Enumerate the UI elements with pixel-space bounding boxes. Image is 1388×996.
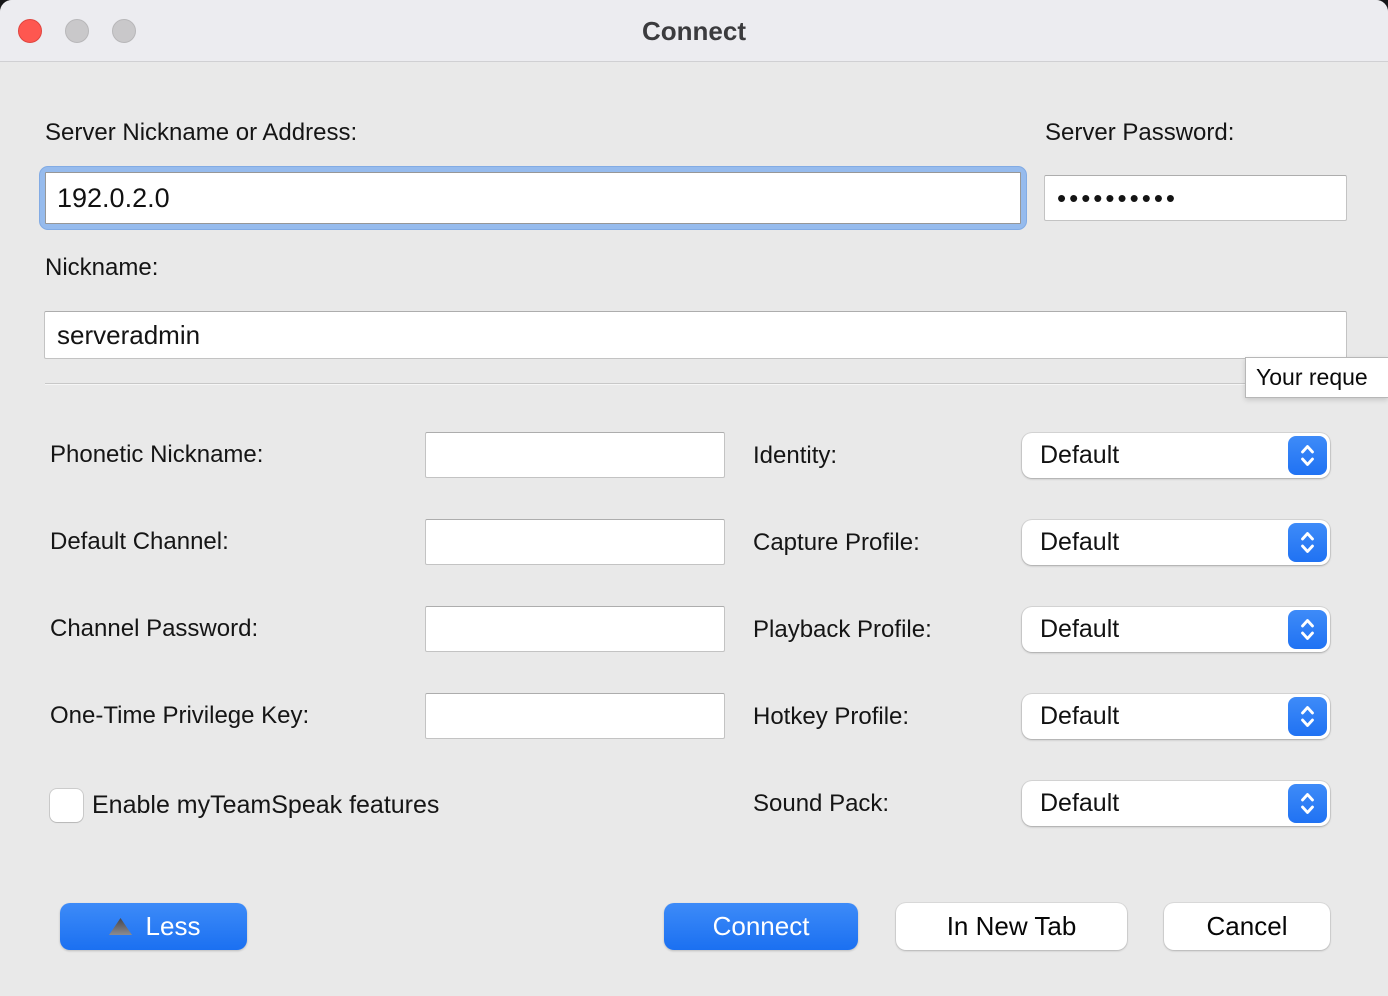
updown-stepper-icon [1288,784,1327,823]
default-channel-label: Default Channel: [50,528,229,556]
connect-button-label: Connect [713,911,810,942]
identity-label: Identity: [753,442,837,470]
connect-button[interactable]: Connect [664,903,858,950]
playback-profile-popup[interactable]: Default [1022,607,1330,652]
nickname-input[interactable] [44,311,1347,359]
less-button-label: Less [146,911,201,942]
updown-stepper-icon [1288,523,1327,562]
tooltip-text: Your reque [1256,364,1368,390]
phonetic-nickname-label: Phonetic Nickname: [50,441,263,469]
in-new-tab-button[interactable]: In New Tab [896,903,1127,950]
identity-popup[interactable]: Default [1022,433,1330,478]
myteamspeak-checkbox-label: Enable myTeamSpeak features [92,791,439,820]
window-title: Connect [0,0,1388,62]
channel-password-label: Channel Password: [50,615,258,643]
hotkey-profile-popup[interactable]: Default [1022,694,1330,739]
playback-profile-label: Playback Profile: [753,616,932,644]
connect-dialog: Connect Server Nickname or Address: Serv… [0,0,1388,996]
server-password-label: Server Password: [1045,119,1234,147]
updown-stepper-icon [1288,697,1327,736]
capture-profile-popup[interactable]: Default [1022,520,1330,565]
less-button[interactable]: Less [60,903,247,950]
playback-profile-popup-value: Default [1022,615,1288,644]
cancel-button[interactable]: Cancel [1164,903,1330,950]
privilege-key-input[interactable] [425,693,725,739]
updown-stepper-icon [1288,436,1327,475]
sound-pack-label: Sound Pack: [753,790,889,818]
titlebar: Connect [0,0,1388,62]
section-divider [45,383,1346,385]
in-new-tab-button-label: In New Tab [947,911,1077,942]
hotkey-profile-label: Hotkey Profile: [753,703,909,731]
default-channel-input[interactable] [425,519,725,565]
myteamspeak-checkbox[interactable] [50,789,83,822]
capture-profile-popup-value: Default [1022,528,1288,557]
triangle-up-icon [107,916,134,937]
sound-pack-popup-value: Default [1022,789,1288,818]
server-password-input[interactable] [1044,175,1347,221]
phonetic-nickname-input[interactable] [425,432,725,478]
hotkey-profile-popup-value: Default [1022,702,1288,731]
channel-password-input[interactable] [425,606,725,652]
identity-popup-value: Default [1022,441,1288,470]
capture-profile-label: Capture Profile: [753,529,920,557]
server-address-label: Server Nickname or Address: [45,119,357,147]
sound-pack-popup[interactable]: Default [1022,781,1330,826]
privilege-key-label: One-Time Privilege Key: [50,702,309,730]
cancel-button-label: Cancel [1207,911,1288,942]
tooltip: Your reque [1245,357,1388,398]
server-address-input[interactable] [45,172,1021,224]
updown-stepper-icon [1288,610,1327,649]
server-address-focus-ring [39,166,1027,230]
nickname-label: Nickname: [45,254,158,282]
